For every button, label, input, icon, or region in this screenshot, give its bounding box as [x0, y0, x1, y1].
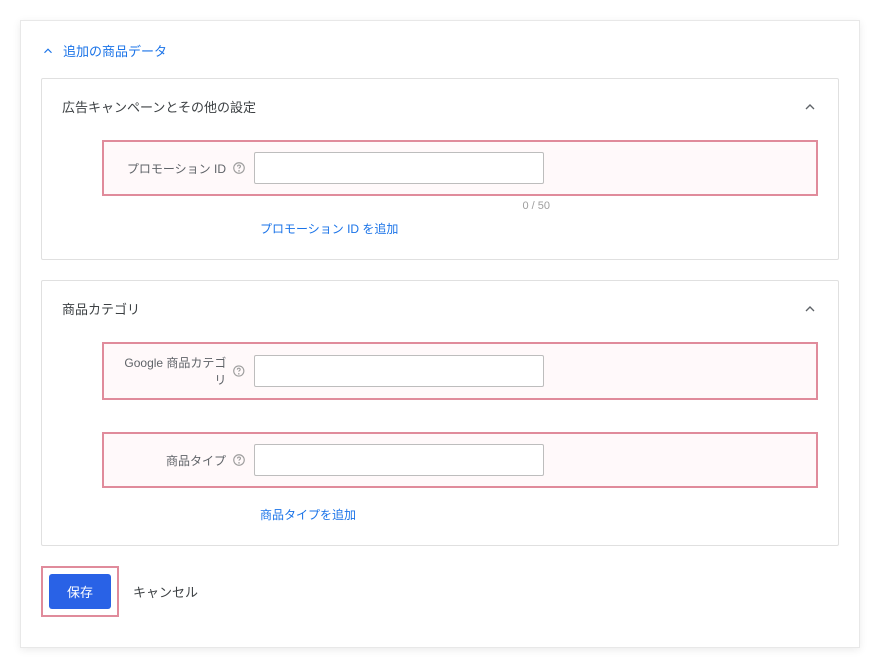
collapse-icon[interactable]: [802, 301, 818, 317]
promotion-id-row: プロモーション ID: [102, 140, 818, 196]
product-type-label: 商品タイプ: [166, 452, 226, 469]
google-category-input[interactable]: [254, 355, 544, 387]
promotion-id-label: プロモーション ID: [127, 160, 226, 177]
chevron-up-icon: [41, 44, 55, 58]
promotion-id-label-wrap: プロモーション ID: [116, 160, 254, 177]
additional-product-data-toggle[interactable]: 追加の商品データ: [41, 41, 839, 60]
section-campaign-settings: 広告キャンペーンとその他の設定 プロモーション ID 0: [41, 78, 839, 260]
section-product-category: 商品カテゴリ Google 商品カテゴリ: [41, 280, 839, 546]
add-product-type-link[interactable]: 商品タイプを追加: [260, 506, 818, 523]
section-category-header: 商品カテゴリ: [62, 299, 818, 318]
promotion-id-input[interactable]: [254, 152, 544, 184]
help-icon[interactable]: [232, 364, 246, 378]
help-icon[interactable]: [232, 453, 246, 467]
google-category-label: Google 商品カテゴリ: [116, 354, 226, 388]
section-campaign-title: 広告キャンペーンとその他の設定: [62, 97, 256, 116]
spacer: [62, 404, 818, 432]
google-category-row: Google 商品カテゴリ: [102, 342, 818, 400]
add-promotion-id-link[interactable]: プロモーション ID を追加: [260, 220, 818, 237]
help-icon[interactable]: [232, 161, 246, 175]
cancel-button[interactable]: キャンセル: [133, 582, 198, 601]
promotion-id-counter: 0 / 50: [260, 200, 550, 212]
spacer: [62, 492, 818, 506]
section-campaign-header: 広告キャンペーンとその他の設定: [62, 97, 818, 116]
section-category-title: 商品カテゴリ: [62, 299, 140, 318]
form-container: 追加の商品データ 広告キャンペーンとその他の設定 プロモーション ID: [20, 20, 860, 648]
google-category-label-wrap: Google 商品カテゴリ: [116, 354, 254, 388]
form-footer: 保存 キャンセル: [41, 566, 839, 617]
product-type-label-wrap: 商品タイプ: [116, 452, 254, 469]
product-type-input[interactable]: [254, 444, 544, 476]
additional-product-data-label: 追加の商品データ: [63, 41, 167, 60]
save-button-highlight: 保存: [41, 566, 119, 617]
collapse-icon[interactable]: [802, 99, 818, 115]
product-type-row: 商品タイプ: [102, 432, 818, 488]
save-button[interactable]: 保存: [49, 574, 111, 609]
